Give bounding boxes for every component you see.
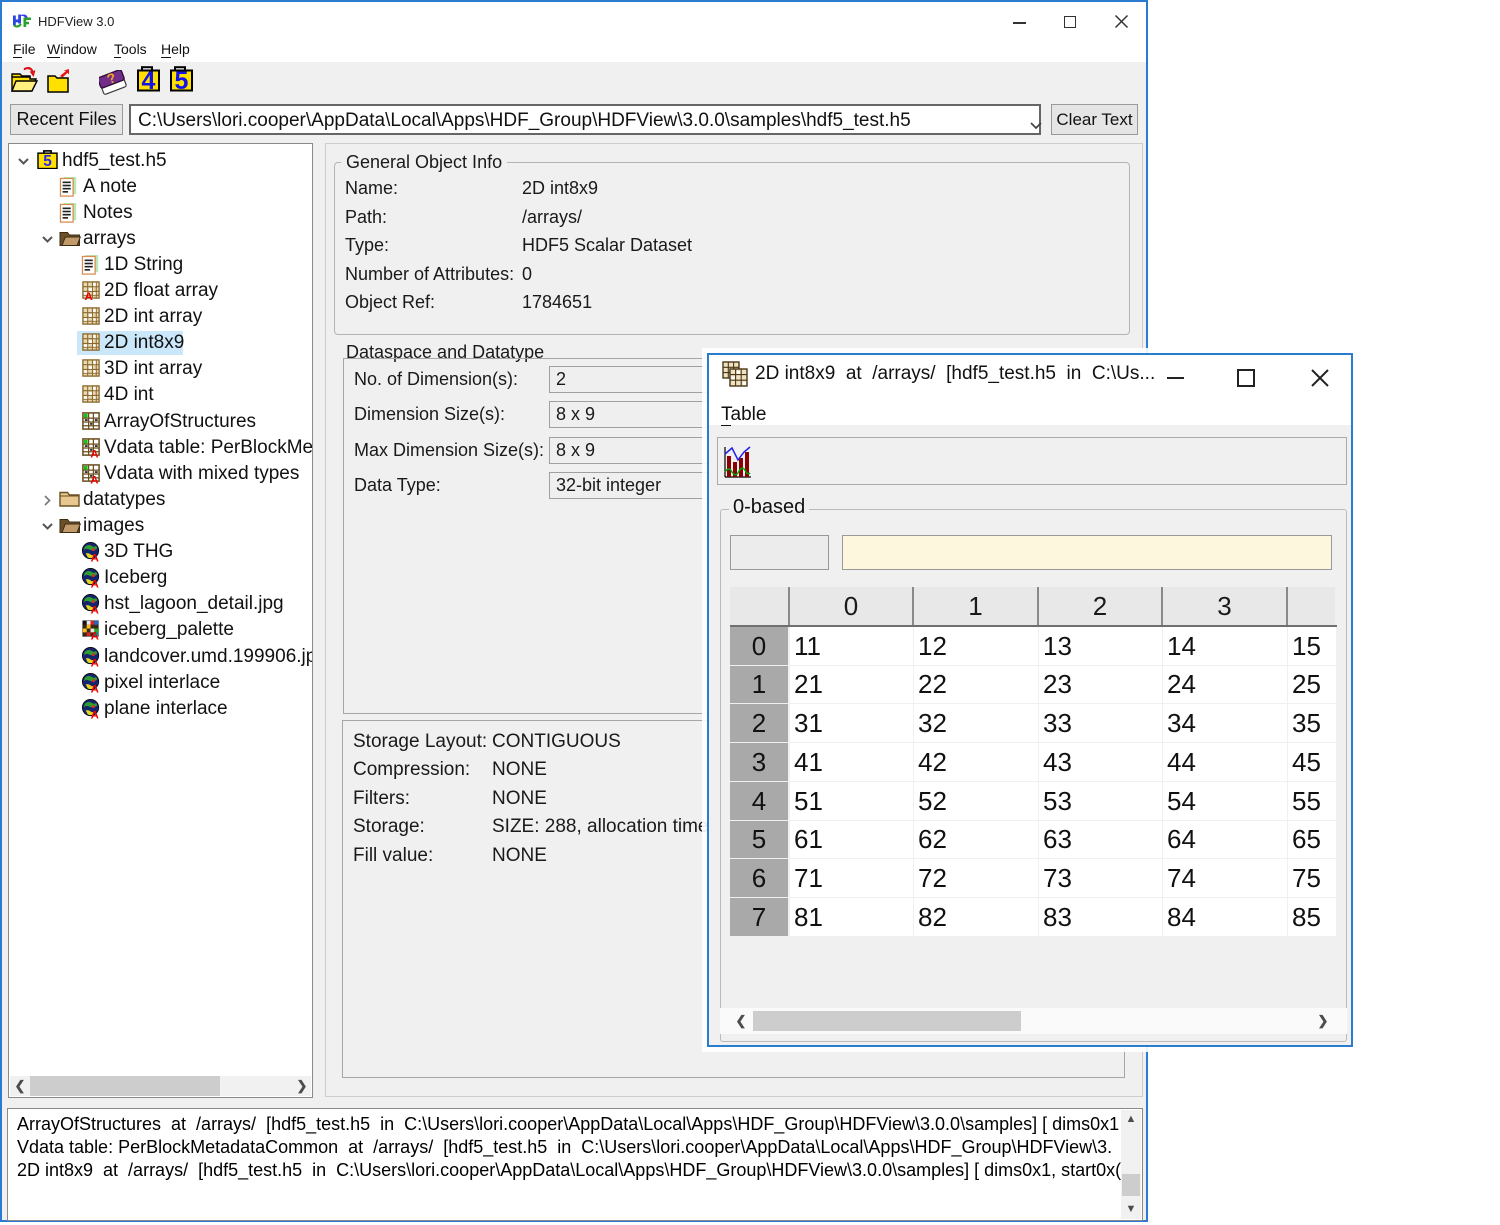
svg-text:4: 4 [142,67,156,92]
svg-text:A: A [91,710,99,720]
svg-text:A: A [91,658,99,668]
svg-text:A: A [91,605,99,615]
svg-text:A: A [84,291,92,300]
svg-text:A: A [90,475,98,485]
svg-text:A: A [91,684,99,694]
svg-text:A: A [91,579,99,589]
svg-text:5: 5 [175,67,189,92]
svg-text:A: A [91,553,99,563]
svg-text:A: A [90,449,98,459]
svg-text:A: A [91,631,99,641]
svg-text:5: 5 [43,153,52,169]
